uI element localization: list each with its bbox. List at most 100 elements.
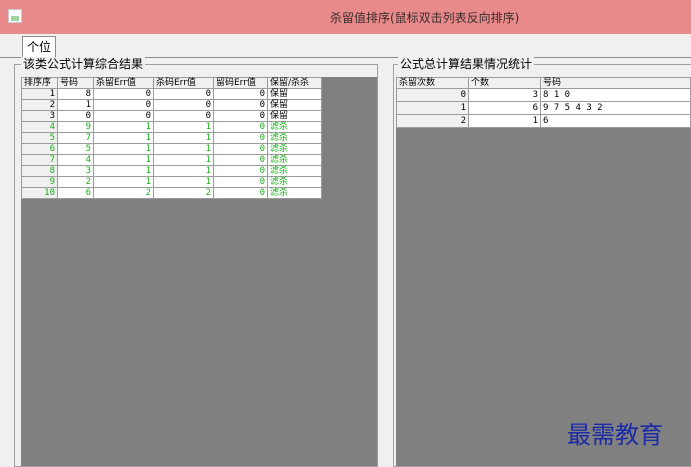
summary-stats-legend: 公式总计算结果情况统计 [398, 57, 535, 71]
cell-status: 滤杀 [267, 143, 322, 155]
cell-number: 3 [57, 165, 94, 177]
cell-kill-err: 0 [153, 88, 214, 100]
cell-kill-keep-err: 1 [93, 176, 154, 188]
cell-numbers: 9 7 5 4 3 2 [540, 101, 691, 115]
table-row[interactable]: 216 [396, 114, 691, 128]
tab-strip: 个位 [0, 34, 691, 58]
cell-kill-keep-err: 0 [93, 99, 154, 111]
table-row[interactable]: 2 1 0 0 0 保留 [21, 99, 322, 111]
cell-keep-err: 0 [213, 110, 268, 122]
cell-rank: 5 [21, 132, 58, 144]
summary-stats-table[interactable]: 杀留次数 个数 号码 038 1 0169 7 5 4 3 2216 [396, 77, 691, 128]
cell-rank: 2 [21, 99, 58, 111]
cell-kill-err: 1 [153, 132, 214, 144]
table-row[interactable]: 038 1 0 [396, 88, 691, 102]
cell-number: 9 [57, 121, 94, 133]
cell-keep-err: 0 [213, 88, 268, 100]
cell-kill-err: 1 [153, 154, 214, 166]
cell-keep-err: 0 [213, 187, 268, 199]
table-row[interactable]: 1 8 0 0 0 保留 [21, 88, 322, 100]
cell-kill-keep-err: 1 [93, 143, 154, 155]
cell-keep-err: 0 [213, 154, 268, 166]
table-row[interactable]: 169 7 5 4 3 2 [396, 101, 691, 115]
table-row[interactable]: 9 2 1 1 0 滤杀 [21, 176, 322, 188]
cell-rank: 6 [21, 143, 58, 155]
formula-result-panel: 该类公式计算综合结果 排序序 号码 杀留Err值 杀码Err值 留码Err值 保… [14, 57, 378, 467]
column-header-times[interactable]: 杀留次数 [396, 77, 469, 89]
cell-status: 滤杀 [267, 176, 322, 188]
window-titlebar: 杀留值排序(鼠标双击列表反向排序) [0, 0, 691, 34]
formula-result-legend: 该类公式计算综合结果 [21, 57, 146, 71]
cell-status: 滤杀 [267, 121, 322, 133]
table-header-row: 排序序 号码 杀留Err值 杀码Err值 留码Err值 保留/杀杀 [21, 77, 322, 89]
cell-keep-err: 0 [213, 121, 268, 133]
column-header-count[interactable]: 个数 [468, 77, 541, 89]
cell-times: 2 [396, 114, 469, 128]
cell-numbers: 8 1 0 [540, 88, 691, 102]
cell-number: 0 [57, 110, 94, 122]
cell-kill-err: 0 [153, 110, 214, 122]
formula-result-table[interactable]: 排序序 号码 杀留Err值 杀码Err值 留码Err值 保留/杀杀 18000保… [21, 77, 322, 199]
cell-number: 2 [57, 176, 94, 188]
cell-kill-err: 1 [153, 143, 214, 155]
cell-rank: 3 [21, 110, 58, 122]
cell-count: 6 [468, 101, 541, 115]
cell-rank: 4 [21, 121, 58, 133]
column-header-keep-err[interactable]: 留码Err值 [213, 77, 268, 89]
cell-count: 1 [468, 114, 541, 128]
cell-rank: 10 [21, 187, 58, 199]
cell-status: 滤杀 [267, 187, 322, 199]
table-row[interactable]: 10 6 2 2 0 滤杀 [21, 187, 322, 199]
table-row[interactable]: 7 4 1 1 0 滤杀 [21, 154, 322, 166]
cell-kill-keep-err: 1 [93, 132, 154, 144]
cell-rank: 8 [21, 165, 58, 177]
cell-times: 1 [396, 101, 469, 115]
cell-kill-err: 1 [153, 121, 214, 133]
app-icon [8, 9, 22, 23]
cell-kill-keep-err: 1 [93, 121, 154, 133]
cell-number: 4 [57, 154, 94, 166]
cell-rank: 1 [21, 88, 58, 100]
cell-number: 8 [57, 88, 94, 100]
cell-keep-err: 0 [213, 165, 268, 177]
cell-status: 滤杀 [267, 165, 322, 177]
summary-stats-grid-area: 杀留次数 个数 号码 038 1 0169 7 5 4 3 2216 [396, 77, 691, 466]
cell-keep-err: 0 [213, 143, 268, 155]
cell-status: 保留 [267, 99, 322, 111]
table-row[interactable]: 8 3 1 1 0 滤杀 [21, 165, 322, 177]
cell-kill-err: 2 [153, 187, 214, 199]
column-header-kill-err[interactable]: 杀码Err值 [153, 77, 214, 89]
watermark-text: 最需教育 [567, 421, 663, 449]
table-row[interactable]: 3 0 0 0 0 保留 [21, 110, 322, 122]
cell-number: 5 [57, 143, 94, 155]
cell-times: 0 [396, 88, 469, 102]
cell-status: 滤杀 [267, 154, 322, 166]
cell-keep-err: 0 [213, 132, 268, 144]
cell-status: 保留 [267, 110, 322, 122]
column-header-rank[interactable]: 排序序 [21, 77, 58, 89]
cell-kill-err: 1 [153, 165, 214, 177]
cell-kill-keep-err: 2 [93, 187, 154, 199]
cell-numbers: 6 [540, 114, 691, 128]
window-title: 杀留值排序(鼠标双击列表反向排序) [330, 11, 520, 25]
cell-kill-keep-err: 0 [93, 110, 154, 122]
cell-count: 3 [468, 88, 541, 102]
cell-kill-keep-err: 1 [93, 165, 154, 177]
cell-rank: 7 [21, 154, 58, 166]
cell-number: 1 [57, 99, 94, 111]
column-header-numbers[interactable]: 号码 [540, 77, 691, 89]
column-header-status[interactable]: 保留/杀杀 [267, 77, 322, 89]
cell-kill-keep-err: 1 [93, 154, 154, 166]
table-row[interactable]: 4 9 1 1 0 滤杀 [21, 121, 322, 133]
column-header-number[interactable]: 号码 [57, 77, 94, 89]
cell-keep-err: 0 [213, 99, 268, 111]
table-row[interactable]: 6 5 1 1 0 滤杀 [21, 143, 322, 155]
cell-kill-err: 0 [153, 99, 214, 111]
cell-keep-err: 0 [213, 176, 268, 188]
cell-status: 滤杀 [267, 132, 322, 144]
tab-units[interactable]: 个位 [22, 36, 57, 57]
table-row[interactable]: 5 7 1 1 0 滤杀 [21, 132, 322, 144]
formula-result-grid-area: 排序序 号码 杀留Err值 杀码Err值 留码Err值 保留/杀杀 18000保… [21, 77, 377, 466]
cell-kill-err: 1 [153, 176, 214, 188]
column-header-kill-keep-err[interactable]: 杀留Err值 [93, 77, 154, 89]
